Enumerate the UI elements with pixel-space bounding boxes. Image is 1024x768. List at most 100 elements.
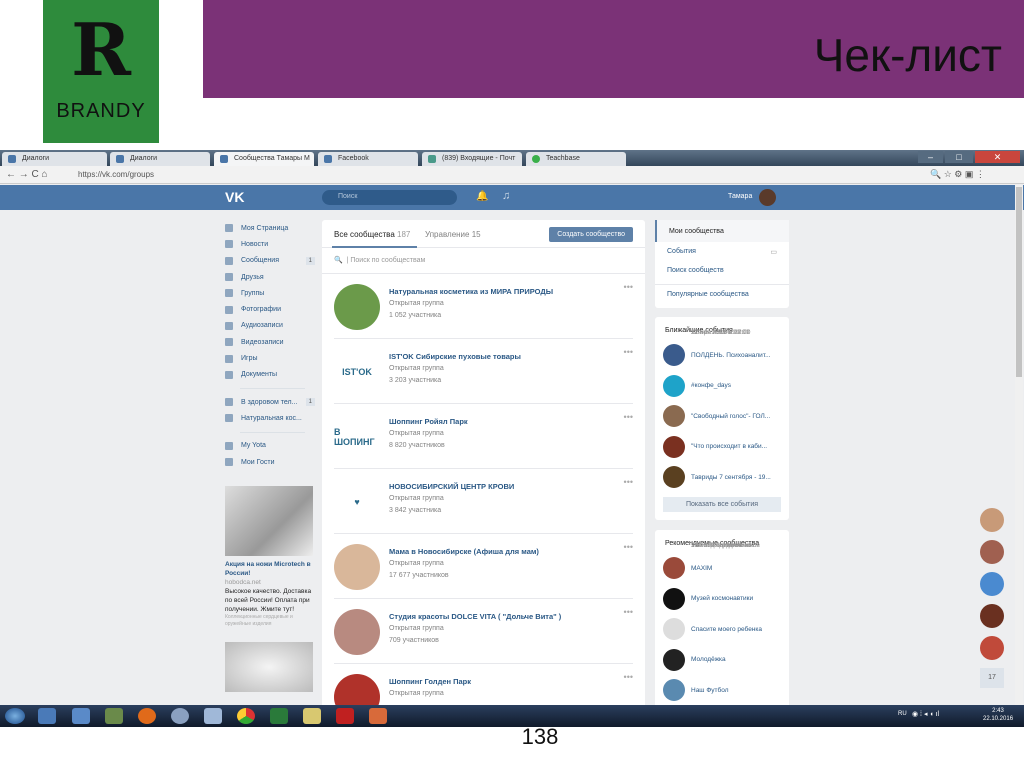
chat-avatar[interactable] <box>980 572 1004 596</box>
browser-tab[interactable]: Диалоги <box>110 152 210 166</box>
nav-my-communities[interactable]: Мои сообщества <box>655 220 789 242</box>
event-item[interactable]: "Свободный голос"- ГОЛ... 12 ноя 2016 в 1… <box>655 329 789 432</box>
menu-item[interactable]: Группы <box>225 285 315 301</box>
event-item[interactable]: Тавриды 7 сентября - 19... 12 ноя 2016 в … <box>655 329 789 493</box>
chrome-icon[interactable] <box>237 708 255 724</box>
community-name[interactable]: Спасите моего ребенка <box>691 626 762 633</box>
vk-search-input[interactable]: Поиск <box>322 190 457 205</box>
nav-events[interactable]: События ▭ <box>655 242 789 261</box>
url-field[interactable]: https://vk.com/groups <box>78 170 154 179</box>
menu-item[interactable]: Сообщения 1 <box>225 253 315 269</box>
recommended-item[interactable]: Музей космонавтики 10 211 подписчиков <box>655 542 789 615</box>
calendar-icon[interactable]: ▭ <box>770 248 777 256</box>
group-name[interactable]: НОВОСИБИРСКИЙ ЦЕНТР КРОВИ <box>389 482 514 491</box>
menu-item[interactable]: Новости <box>225 236 315 252</box>
more-icon[interactable]: ••• <box>624 607 633 617</box>
scrollbar[interactable] <box>1015 185 1023 705</box>
group-item[interactable]: В ШОПИНГ Шоппинг Ройял Парк Открытая гру… <box>334 404 633 469</box>
more-icon[interactable]: ••• <box>624 347 633 357</box>
more-icon[interactable]: ••• <box>624 672 633 682</box>
group-name[interactable]: Шоппинг Ройял Парк <box>389 417 468 426</box>
create-community-button[interactable]: Создать сообщество <box>549 227 633 242</box>
group-avatar[interactable] <box>334 544 380 590</box>
event-item[interactable]: "Что происходит в каби... 12 ноя 2016 в 1… <box>655 329 789 463</box>
bell-icon[interactable]: 🔔 <box>476 191 488 202</box>
menu-app-item[interactable]: My Yota <box>225 438 315 454</box>
minimize-button[interactable]: – <box>918 151 943 163</box>
browser-tab-active[interactable]: Сообщества Тамары М <box>214 152 314 166</box>
chat-avatar[interactable] <box>980 636 1004 660</box>
event-name[interactable]: #конфе_days <box>691 382 731 389</box>
group-item[interactable]: Натуральная косметика из МИРА ПРИРОДЫ От… <box>334 274 633 339</box>
group-search-input[interactable]: 🔍 | Поиск по сообществам <box>322 248 645 274</box>
event-item[interactable]: ПОЛДЕНЬ. Психоаналит... завтра в 13:00 <box>655 329 789 371</box>
group-item[interactable]: Мама в Новосибирске (Афиша для мам) Откр… <box>334 534 633 599</box>
chat-avatar[interactable] <box>980 508 1004 532</box>
group-name[interactable]: Мама в Новосибирске (Афиша для мам) <box>389 547 539 556</box>
menu-item[interactable]: Документы <box>225 367 315 383</box>
recommended-item[interactable]: Молодёжка 1 395 829 подписчиков <box>655 542 789 676</box>
nav-search-communities[interactable]: Поиск сообществ <box>655 261 789 280</box>
group-avatar[interactable]: В ШОПИНГ <box>334 414 380 460</box>
group-avatar[interactable]: IST'OK <box>334 349 380 395</box>
start-button[interactable] <box>5 708 25 724</box>
tab-all-communities[interactable]: Все сообщества 187 <box>334 230 410 239</box>
chat-count[interactable]: 17 <box>980 668 1004 688</box>
chat-avatar[interactable] <box>980 604 1004 628</box>
more-icon[interactable]: ••• <box>624 542 633 552</box>
community-name[interactable]: Музей космонавтики <box>691 595 753 602</box>
vk-logo[interactable]: VK <box>225 189 244 205</box>
menu-item[interactable]: Видеозаписи <box>225 334 315 350</box>
recommended-item[interactable]: MAXIM 384 869 подписчиков <box>655 542 789 584</box>
music-icon[interactable]: ♫ <box>502 190 510 202</box>
event-name[interactable]: Тавриды 7 сентября - 19... <box>691 474 771 481</box>
recommended-item[interactable]: Наш Футбол 1 330 428 подписчиков <box>655 542 789 706</box>
taskbar-app[interactable] <box>38 708 56 724</box>
menu-item[interactable]: Фотографии <box>225 301 315 317</box>
kaspersky-icon[interactable] <box>336 708 354 724</box>
tray-icons[interactable]: ◉ ⁞ ◂ ◖ ıl <box>912 710 939 718</box>
browser-tab[interactable]: Teachbase <box>526 152 626 166</box>
explorer-icon[interactable] <box>303 708 321 724</box>
ad-title[interactable]: Акция на ножи Microtech в России! <box>225 560 313 578</box>
menu-group-item[interactable]: В здоровом тел... 1 <box>225 394 315 410</box>
recommended-item[interactable]: Спасите моего ребенка 766 подписчиков <box>655 542 789 645</box>
group-item[interactable]: ♥ НОВОСИБИРСКИЙ ЦЕНТР КРОВИ Открытая гру… <box>334 469 633 534</box>
event-name[interactable]: "Свободный голос"- ГОЛ... <box>691 413 770 420</box>
nav-popular-communities[interactable]: Популярные сообщества <box>655 284 789 304</box>
nav-icons[interactable]: ← → C ⌂ <box>6 169 48 180</box>
taskbar-app[interactable] <box>105 708 123 724</box>
browser-tab[interactable]: (839) Входящие - Почт <box>422 152 522 166</box>
group-name[interactable]: IST'OK Сибирские пуховые товары <box>389 352 521 361</box>
community-name[interactable]: MAXIM <box>691 565 712 572</box>
close-button[interactable]: ✕ <box>975 151 1020 163</box>
group-name[interactable]: Натуральная косметика из МИРА ПРИРОДЫ <box>389 287 553 296</box>
menu-item[interactable]: Моя Страница <box>225 220 315 236</box>
excel-icon[interactable] <box>270 708 288 724</box>
community-name[interactable]: Наш Футбол <box>691 687 729 694</box>
menu-item[interactable]: Игры <box>225 350 315 366</box>
group-avatar[interactable] <box>334 284 380 330</box>
taskbar-app[interactable] <box>204 708 222 724</box>
tab-manage[interactable]: Управление 15 <box>425 230 481 239</box>
menu-item[interactable]: Друзья <box>225 269 315 285</box>
user-name[interactable]: Тамара <box>728 193 752 200</box>
language-indicator[interactable]: RU <box>898 711 907 717</box>
community-name[interactable]: Молодёжка <box>691 656 726 663</box>
event-name[interactable]: "Что происходит в каби... <box>691 443 767 450</box>
more-icon[interactable]: ••• <box>624 477 633 487</box>
browser-tab[interactable]: Facebook <box>318 152 418 166</box>
more-icon[interactable]: ••• <box>624 282 633 292</box>
scrollbar-thumb[interactable] <box>1016 187 1022 377</box>
taskbar-app[interactable] <box>72 708 90 724</box>
maximize-button[interactable]: □ <box>945 151 973 163</box>
chat-avatar[interactable] <box>980 540 1004 564</box>
group-name[interactable]: Студия красоты DOLCE VITA ( "Дольче Вита… <box>389 612 561 621</box>
event-item[interactable]: #конфе_days 27 окт 2016 в 10:00 <box>655 329 789 402</box>
powerpoint-icon[interactable] <box>369 708 387 724</box>
group-avatar[interactable]: ♥ <box>334 479 380 525</box>
group-name[interactable]: Шоппинг Голден Парк <box>389 677 471 686</box>
more-icon[interactable]: ••• <box>624 412 633 422</box>
group-item[interactable]: IST'OK IST'OK Сибирские пуховые товары О… <box>334 339 633 404</box>
advertisement[interactable]: Акция на ножи Microtech в России! hobodc… <box>225 486 313 692</box>
